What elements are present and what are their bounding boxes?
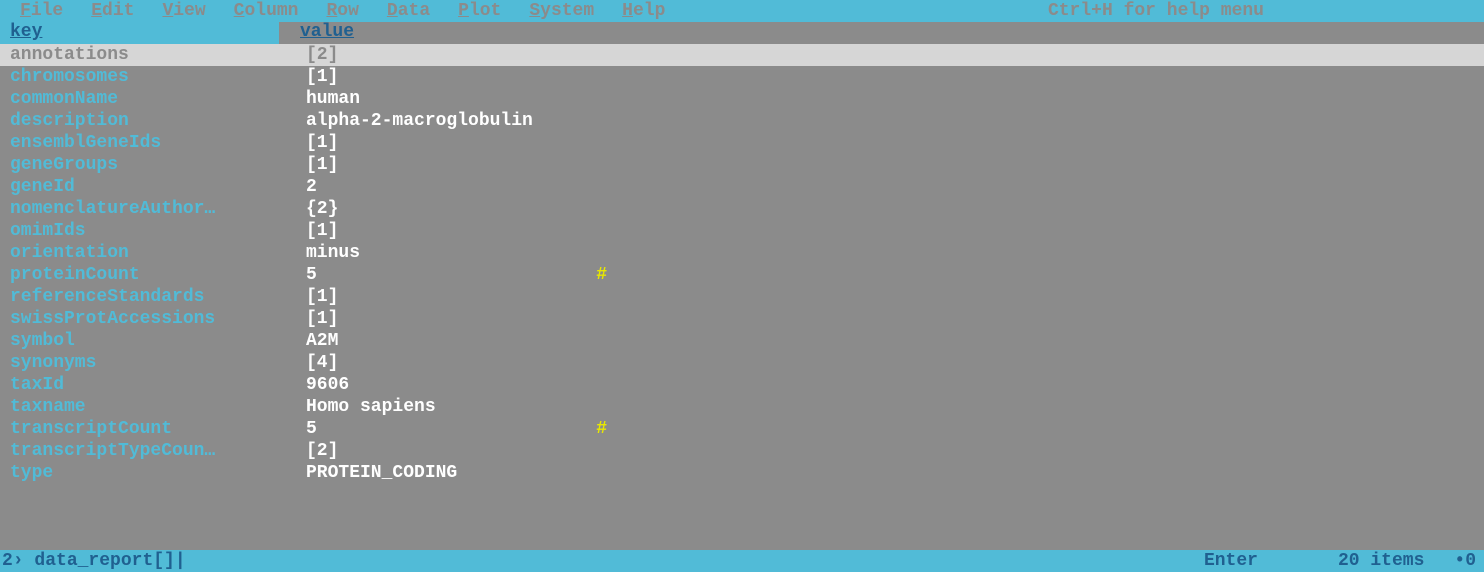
status-command[interactable]: data_report[]: [34, 551, 174, 571]
table-row[interactable]: swissProtAccessions [1]: [0, 308, 1484, 330]
help-hint: Ctrl+H for help menu: [1048, 1, 1264, 21]
value-cell: human: [285, 89, 593, 109]
menu-view[interactable]: View: [162, 1, 205, 21]
status-item-count: 20 items: [1338, 551, 1424, 571]
key-cell: ensemblGeneIds: [0, 133, 279, 153]
status-level: 2›: [2, 551, 24, 571]
table-row[interactable]: geneGroups [1]: [0, 154, 1484, 176]
key-cell: geneId: [0, 177, 279, 197]
value-cell: alpha-2-macroglobulin: [285, 111, 593, 131]
table-row[interactable]: referenceStandards [1]: [0, 286, 1484, 308]
menu-row[interactable]: Row: [326, 1, 358, 21]
key-cell: omimIds: [0, 221, 279, 241]
table-row[interactable]: ensemblGeneIds [1]: [0, 132, 1484, 154]
column-header-key[interactable]: key: [0, 22, 279, 44]
key-cell: referenceStandards: [0, 287, 279, 307]
value-cell: [1]: [285, 309, 593, 329]
key-cell: symbol: [0, 331, 279, 351]
key-cell: transcriptTypeCoun…: [0, 441, 279, 461]
menu-help[interactable]: Help: [622, 1, 665, 21]
value-cell: minus: [285, 243, 593, 263]
data-table: annotations [2] chromosomes [1] commonName hu…: [0, 44, 1484, 484]
value-cell: [1]: [285, 133, 593, 153]
cursor-icon: |: [175, 551, 186, 571]
value-cell: 9606: [285, 375, 593, 395]
table-row[interactable]: taxname Homo sapiens: [0, 396, 1484, 418]
key-cell: taxId: [0, 375, 279, 395]
value-cell: [1]: [285, 155, 593, 175]
table-row[interactable]: nomenclatureAuthor… {2}: [0, 198, 1484, 220]
status-selection-count: •0: [1454, 551, 1476, 571]
value-cell: Homo sapiens: [285, 397, 593, 417]
menu-system[interactable]: System: [529, 1, 594, 21]
menu-data[interactable]: Data: [387, 1, 430, 21]
status-key-hint: Enter: [1204, 551, 1258, 571]
table-row[interactable]: commonName human: [0, 88, 1484, 110]
menu-column[interactable]: Column: [234, 1, 299, 21]
key-cell: transcriptCount: [0, 419, 279, 439]
key-cell: type: [0, 463, 279, 483]
key-cell: swissProtAccessions: [0, 309, 279, 329]
table-row[interactable]: symbol A2M: [0, 330, 1484, 352]
table-row[interactable]: orientation minus: [0, 242, 1484, 264]
value-cell: [1]: [285, 287, 593, 307]
table-row[interactable]: type PROTEIN_CODING: [0, 462, 1484, 484]
value-cell: {2}: [285, 199, 593, 219]
value-cell: A2M: [285, 331, 593, 351]
value-cell: [1]: [285, 221, 593, 241]
key-cell: description: [0, 111, 279, 131]
key-cell: geneGroups: [0, 155, 279, 175]
key-cell: proteinCount: [0, 265, 279, 285]
value-cell: [1]: [285, 67, 593, 87]
key-cell: synonyms: [0, 353, 279, 373]
key-cell: commonName: [0, 89, 279, 109]
value-cell: 2: [285, 177, 593, 197]
table-row[interactable]: transcriptTypeCoun… [2]: [0, 440, 1484, 462]
column-header-value[interactable]: value: [279, 22, 608, 44]
menu-file[interactable]: File: [20, 1, 63, 21]
status-bar: 2› data_report[] | Enter 20 items •0: [0, 550, 1484, 572]
key-cell: nomenclatureAuthor…: [0, 199, 279, 219]
menu-edit[interactable]: Edit: [91, 1, 134, 21]
key-cell: chromosomes: [0, 67, 279, 87]
menu-bar: File Edit View Column Row Data Plot Syst…: [0, 0, 1484, 22]
value-cell: [2]: [285, 441, 593, 461]
column-header-row: key value: [0, 22, 1484, 44]
menu-plot[interactable]: Plot: [458, 1, 501, 21]
table-row[interactable]: chromosomes [1]: [0, 66, 1484, 88]
table-row[interactable]: description alpha-2-macroglobulin: [0, 110, 1484, 132]
key-cell: annotations: [0, 45, 279, 65]
value-cell: PROTEIN_CODING: [285, 463, 593, 483]
table-row[interactable]: annotations [2]: [0, 44, 1484, 66]
table-row[interactable]: taxId 9606: [0, 374, 1484, 396]
value-cell: [4]: [285, 353, 593, 373]
table-row[interactable]: geneId 2: [0, 176, 1484, 198]
type-marker: #: [593, 419, 607, 439]
table-row[interactable]: transcriptCount 5#: [0, 418, 1484, 440]
table-row[interactable]: proteinCount 5#: [0, 264, 1484, 286]
type-marker: #: [593, 265, 607, 285]
key-cell: taxname: [0, 397, 279, 417]
value-cell: 5: [285, 419, 593, 439]
value-cell: [2]: [285, 45, 593, 65]
value-cell: 5: [285, 265, 593, 285]
table-row[interactable]: synonyms [4]: [0, 352, 1484, 374]
table-row[interactable]: omimIds [1]: [0, 220, 1484, 242]
key-cell: orientation: [0, 243, 279, 263]
